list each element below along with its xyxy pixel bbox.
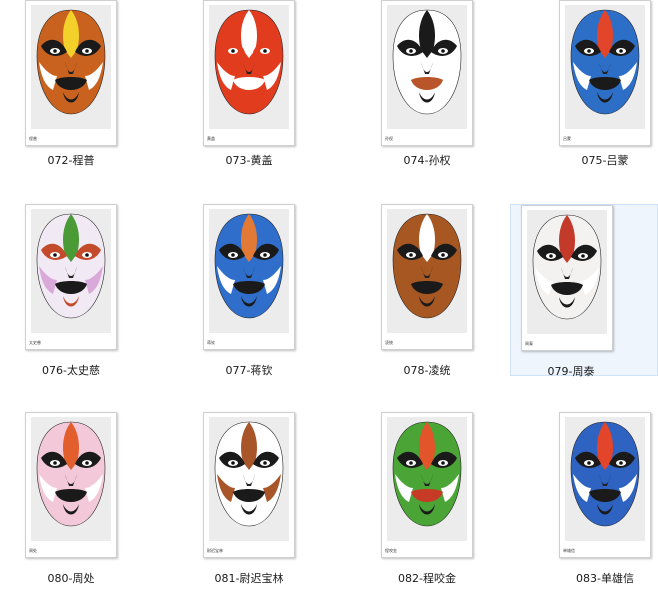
file-item[interactable]: 单雄信 083-单雄信 <box>534 412 658 588</box>
file-name-label[interactable]: 079-周泰 <box>497 363 645 379</box>
thumbnail-caption: 尉迟宝林 <box>207 548 223 553</box>
thumbnail-caption: 周泰 <box>525 341 533 346</box>
file-thumbnail[interactable]: 尉迟宝林 <box>203 412 295 558</box>
mask-image <box>532 214 602 320</box>
file-item[interactable]: 尉迟宝林 081-尉迟宝林 <box>178 412 328 588</box>
file-item[interactable]: 吕蒙 075-吕蒙 <box>534 0 658 176</box>
file-thumbnail[interactable]: 周泰 <box>521 205 613 351</box>
file-thumbnail[interactable]: 周处 <box>25 412 117 558</box>
thumbnail-caption: 程普 <box>29 136 37 141</box>
file-name-label[interactable]: 078-凌统 <box>356 362 498 378</box>
file-item[interactable]: 孙权 074-孙权 <box>356 0 506 176</box>
mask-image <box>392 213 462 319</box>
file-name-label[interactable]: 073-黄盖 <box>178 152 320 168</box>
file-thumbnail[interactable]: 凌统 <box>381 204 473 350</box>
mask-image <box>36 213 106 319</box>
mask-image <box>214 9 284 115</box>
file-item[interactable]: 程咬金 082-程咬金 <box>356 412 506 588</box>
mask-image <box>570 421 640 527</box>
file-thumbnail[interactable]: 太史慈 <box>25 204 117 350</box>
file-name-label[interactable]: 083-单雄信 <box>534 570 658 586</box>
file-thumbnail[interactable]: 黄盖 <box>203 0 295 146</box>
mask-image <box>392 421 462 527</box>
file-thumbnail[interactable]: 程咬金 <box>381 412 473 558</box>
mask-image <box>214 213 284 319</box>
thumbnail-caption: 凌统 <box>385 340 393 345</box>
file-thumbnail[interactable]: 蒋钦 <box>203 204 295 350</box>
thumbnail-caption: 单雄信 <box>563 548 575 553</box>
thumbnail-caption: 孙权 <box>385 136 393 141</box>
thumbnail-caption: 程咬金 <box>385 548 397 553</box>
file-name-label[interactable]: 081-尉迟宝林 <box>178 570 320 586</box>
file-item[interactable]: 凌统 078-凌统 <box>356 204 506 380</box>
file-name-label[interactable]: 080-周处 <box>0 570 142 586</box>
mask-image <box>392 9 462 115</box>
file-thumbnail[interactable]: 孙权 <box>381 0 473 146</box>
file-item[interactable]: 太史慈 076-太史慈 <box>0 204 150 380</box>
file-name-label[interactable]: 076-太史慈 <box>0 362 142 378</box>
thumbnail-caption: 太史慈 <box>29 340 41 345</box>
mask-image <box>36 421 106 527</box>
thumbnail-caption: 黄盖 <box>207 136 215 141</box>
file-thumbnail[interactable]: 单雄信 <box>559 412 651 558</box>
file-name-label[interactable]: 075-吕蒙 <box>534 152 658 168</box>
mask-image <box>214 421 284 527</box>
file-item[interactable]: 周处 080-周处 <box>0 412 150 588</box>
thumbnail-caption: 蒋钦 <box>207 340 215 345</box>
file-name-label[interactable]: 082-程咬金 <box>356 570 498 586</box>
mask-image <box>570 9 640 115</box>
file-item[interactable]: 蒋钦 077-蒋钦 <box>178 204 328 380</box>
file-grid: 程普 072-程普 黄盖 073-黄盖 孙权 074-孙权 吕蒙 075-吕蒙 … <box>0 0 658 589</box>
file-item[interactable]: 黄盖 073-黄盖 <box>178 0 328 176</box>
file-name-label[interactable]: 077-蒋钦 <box>178 362 320 378</box>
file-item[interactable]: 程普 072-程普 <box>0 0 150 176</box>
file-name-label[interactable]: 072-程普 <box>0 152 142 168</box>
file-name-label[interactable]: 074-孙权 <box>356 152 498 168</box>
file-item[interactable]: 周泰 079-周泰 <box>510 204 658 378</box>
thumbnail-caption: 吕蒙 <box>563 136 571 141</box>
thumbnail-caption: 周处 <box>29 548 37 553</box>
file-thumbnail[interactable]: 程普 <box>25 0 117 146</box>
file-thumbnail[interactable]: 吕蒙 <box>559 0 651 146</box>
mask-image <box>36 9 106 115</box>
